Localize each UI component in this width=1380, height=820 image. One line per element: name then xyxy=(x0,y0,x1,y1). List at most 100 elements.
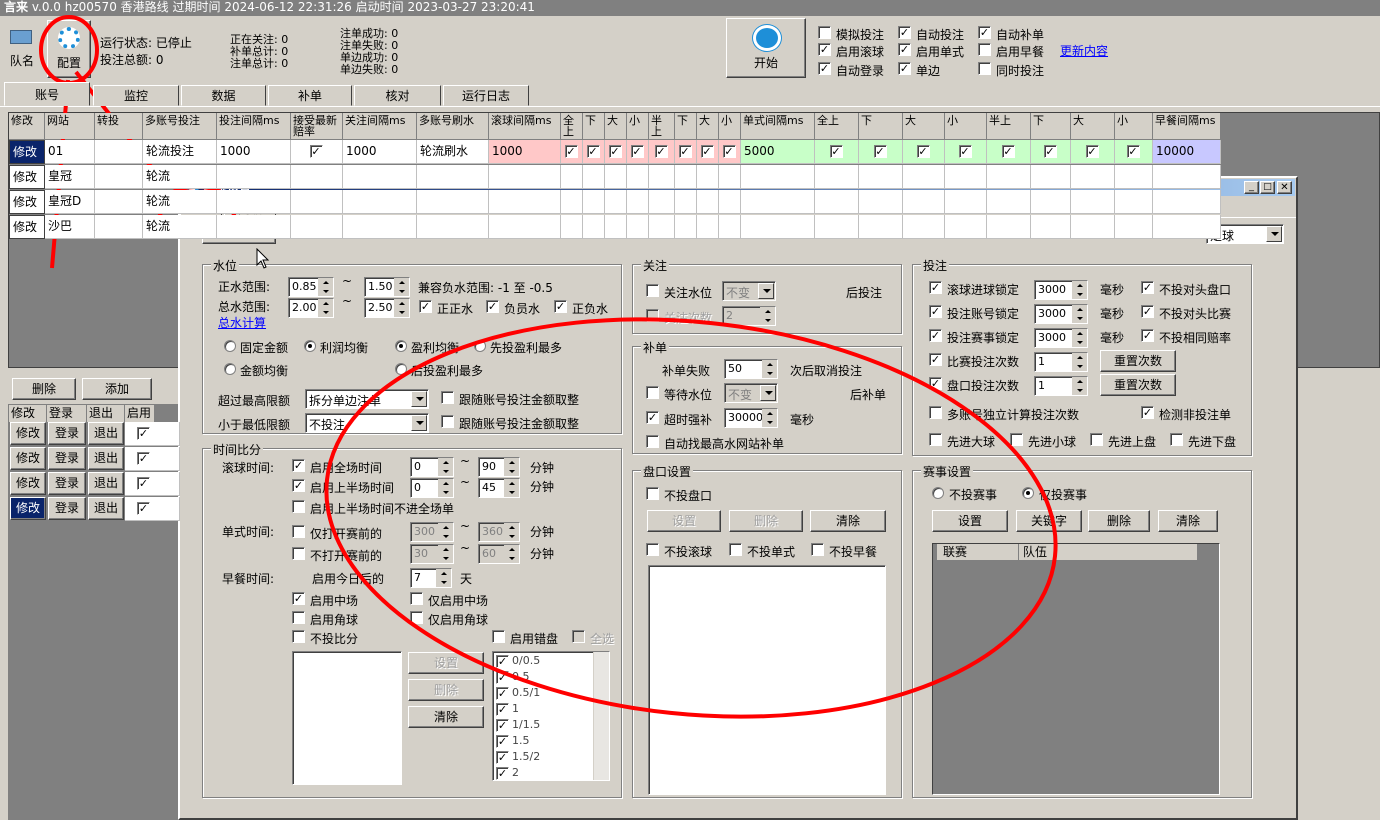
no-opp-match-checkbox[interactable]: ✓ xyxy=(1141,305,1154,318)
lower-grid-header[interactable]: 启用 xyxy=(125,405,155,422)
spin-arrows-icon[interactable] xyxy=(504,523,519,541)
lower-edit-button[interactable]: 修改 xyxy=(10,422,46,445)
acct-lock-checkbox[interactable]: ✓ xyxy=(929,305,942,318)
grid-cell[interactable]: ✓ xyxy=(291,140,343,164)
grid-cell[interactable] xyxy=(627,215,649,239)
grid-cell[interactable] xyxy=(1031,215,1071,239)
top-option-checkbox[interactable]: ✓ xyxy=(898,26,911,39)
spin-arrows-icon[interactable] xyxy=(438,458,453,476)
grid-cell[interactable] xyxy=(627,190,649,214)
auto-find-checkbox[interactable] xyxy=(646,435,659,448)
match-lock-input[interactable]: 3000 xyxy=(1034,328,1088,348)
grid-cell[interactable] xyxy=(719,215,741,239)
handicap-list[interactable]: ✓ 0/0.5 ✓ 0.5 ✓ 0.5/1 ✓ 1 ✓ 1/1.5 ✓ 1.5 ✓ 1.5/2 ✓ 2 xyxy=(492,651,610,781)
match-list[interactable]: 联赛 队伍 xyxy=(932,543,1220,795)
grid-header[interactable]: 小 xyxy=(719,113,741,139)
handicap-clear-button[interactable]: 清除 xyxy=(810,510,886,532)
handicap-checkbox[interactable]: ✓ xyxy=(496,703,509,716)
add-button[interactable]: 添加 xyxy=(82,378,152,400)
neg-water-checkbox[interactable]: ✓ xyxy=(486,300,499,313)
grid-cell[interactable] xyxy=(719,165,741,189)
grid-cell[interactable] xyxy=(987,215,1031,239)
grid-cell[interactable] xyxy=(859,165,903,189)
total-calc-link[interactable]: 总水计算 xyxy=(218,314,266,331)
spin-arrows-icon[interactable] xyxy=(394,278,409,296)
pos-neg-water-checkbox[interactable]: ✓ xyxy=(554,300,567,313)
grid-checkbox[interactable]: ✓ xyxy=(678,145,692,158)
no-score-checkbox[interactable] xyxy=(292,630,305,643)
handicap-delete-button[interactable]: 删除 xyxy=(729,510,803,532)
enable-checkbox[interactable]: ✓ xyxy=(137,502,150,515)
roll-lock-input[interactable]: 3000 xyxy=(1034,280,1088,300)
grid-cell[interactable]: ✓ xyxy=(1031,140,1071,164)
spin-arrows-icon[interactable] xyxy=(1072,353,1087,371)
grid-header[interactable]: 全上 xyxy=(561,113,583,139)
handicap-item[interactable]: ✓ 1.5/2 xyxy=(496,750,592,766)
spin-arrows-icon[interactable] xyxy=(762,409,777,427)
login-button[interactable]: 登录 xyxy=(48,447,86,470)
grid-checkbox[interactable]: ✓ xyxy=(1085,145,1099,158)
timeout-checkbox[interactable]: ✓ xyxy=(646,411,659,424)
grid-cell[interactable] xyxy=(903,165,945,189)
handicap-item[interactable]: ✓ 2 xyxy=(496,766,592,780)
lower-edit-button[interactable]: 修改 xyxy=(10,472,46,495)
grid-cell[interactable]: ✓ xyxy=(561,140,583,164)
top-option-checkbox[interactable]: ✓ xyxy=(818,62,831,75)
score-list[interactable] xyxy=(292,651,402,785)
grid-cell[interactable]: ✓ xyxy=(583,140,605,164)
grid-cell[interactable] xyxy=(903,190,945,214)
ob-max-input[interactable]: 360 xyxy=(478,522,520,542)
grid-cell[interactable] xyxy=(561,190,583,214)
follow-water-select[interactable]: 不变 xyxy=(722,281,776,301)
half-min-input[interactable]: 0 xyxy=(410,478,454,498)
grid-cell[interactable] xyxy=(987,190,1031,214)
top-option-checkbox[interactable] xyxy=(978,62,991,75)
logout-button[interactable]: 退出 xyxy=(88,497,124,520)
grid-header[interactable]: 大 xyxy=(605,113,627,139)
handicap-checkbox[interactable]: ✓ xyxy=(496,655,509,668)
grid-cell[interactable]: ✓ xyxy=(815,140,859,164)
spin-arrows-icon[interactable] xyxy=(1072,281,1087,299)
grid-header[interactable]: 多账号刷水 xyxy=(417,113,489,139)
supp-fail-input[interactable]: 50 xyxy=(724,359,778,379)
handicap-item[interactable]: ✓ 1.5 xyxy=(496,734,592,750)
tab-2[interactable]: 数据 xyxy=(181,85,266,106)
grid-cell[interactable] xyxy=(1115,165,1153,189)
follow-water-checkbox[interactable] xyxy=(646,284,659,297)
login-button[interactable]: 登录 xyxy=(48,497,86,520)
grid-cell[interactable]: ✓ xyxy=(627,140,649,164)
grid-edit-button[interactable]: 修改 xyxy=(9,215,45,239)
match-keyword-button[interactable]: 关键字 xyxy=(1016,510,1082,532)
spin-arrows-icon[interactable] xyxy=(438,523,453,541)
no-max-input[interactable]: 60 xyxy=(478,544,520,564)
full-min-input[interactable]: 0 xyxy=(410,457,454,477)
under-limit-select[interactable]: 不投注 xyxy=(305,413,429,433)
login-button[interactable]: 登录 xyxy=(48,422,86,445)
grid-cell[interactable] xyxy=(903,215,945,239)
enable-checkbox[interactable]: ✓ xyxy=(137,477,150,490)
first-down-checkbox[interactable] xyxy=(1170,433,1183,446)
match-delete-button[interactable]: 删除 xyxy=(1088,510,1150,532)
grid-cell[interactable] xyxy=(649,190,675,214)
grid-cell[interactable]: ✓ xyxy=(903,140,945,164)
match-count-checkbox[interactable]: ✓ xyxy=(929,353,942,366)
lower-edit-button[interactable]: 修改 xyxy=(10,447,46,470)
grid-header[interactable]: 小 xyxy=(945,113,987,139)
follow-count-checkbox[interactable] xyxy=(646,309,659,322)
grid-cell[interactable] xyxy=(697,215,719,239)
grid-cell[interactable]: ✓ xyxy=(605,140,627,164)
spin-arrows-icon[interactable] xyxy=(318,278,333,296)
grid-cell[interactable]: ✓ xyxy=(719,140,741,164)
match-set-button[interactable]: 设置 xyxy=(932,510,1008,532)
half-max-input[interactable]: 45 xyxy=(478,478,520,498)
no-single-checkbox[interactable] xyxy=(729,543,742,556)
tab-4[interactable]: 核对 xyxy=(354,85,441,106)
tab-0[interactable]: 账号 xyxy=(4,82,90,106)
handicap-checkbox[interactable]: ✓ xyxy=(496,671,509,684)
top-option-checkbox[interactable]: ✓ xyxy=(818,43,831,56)
grid-cell[interactable] xyxy=(859,215,903,239)
grid-edit-button[interactable]: 修改 xyxy=(9,190,45,214)
total-max-input[interactable]: 2.50 xyxy=(364,298,410,318)
grid-cell[interactable] xyxy=(291,165,343,189)
grid-cell[interactable] xyxy=(649,165,675,189)
